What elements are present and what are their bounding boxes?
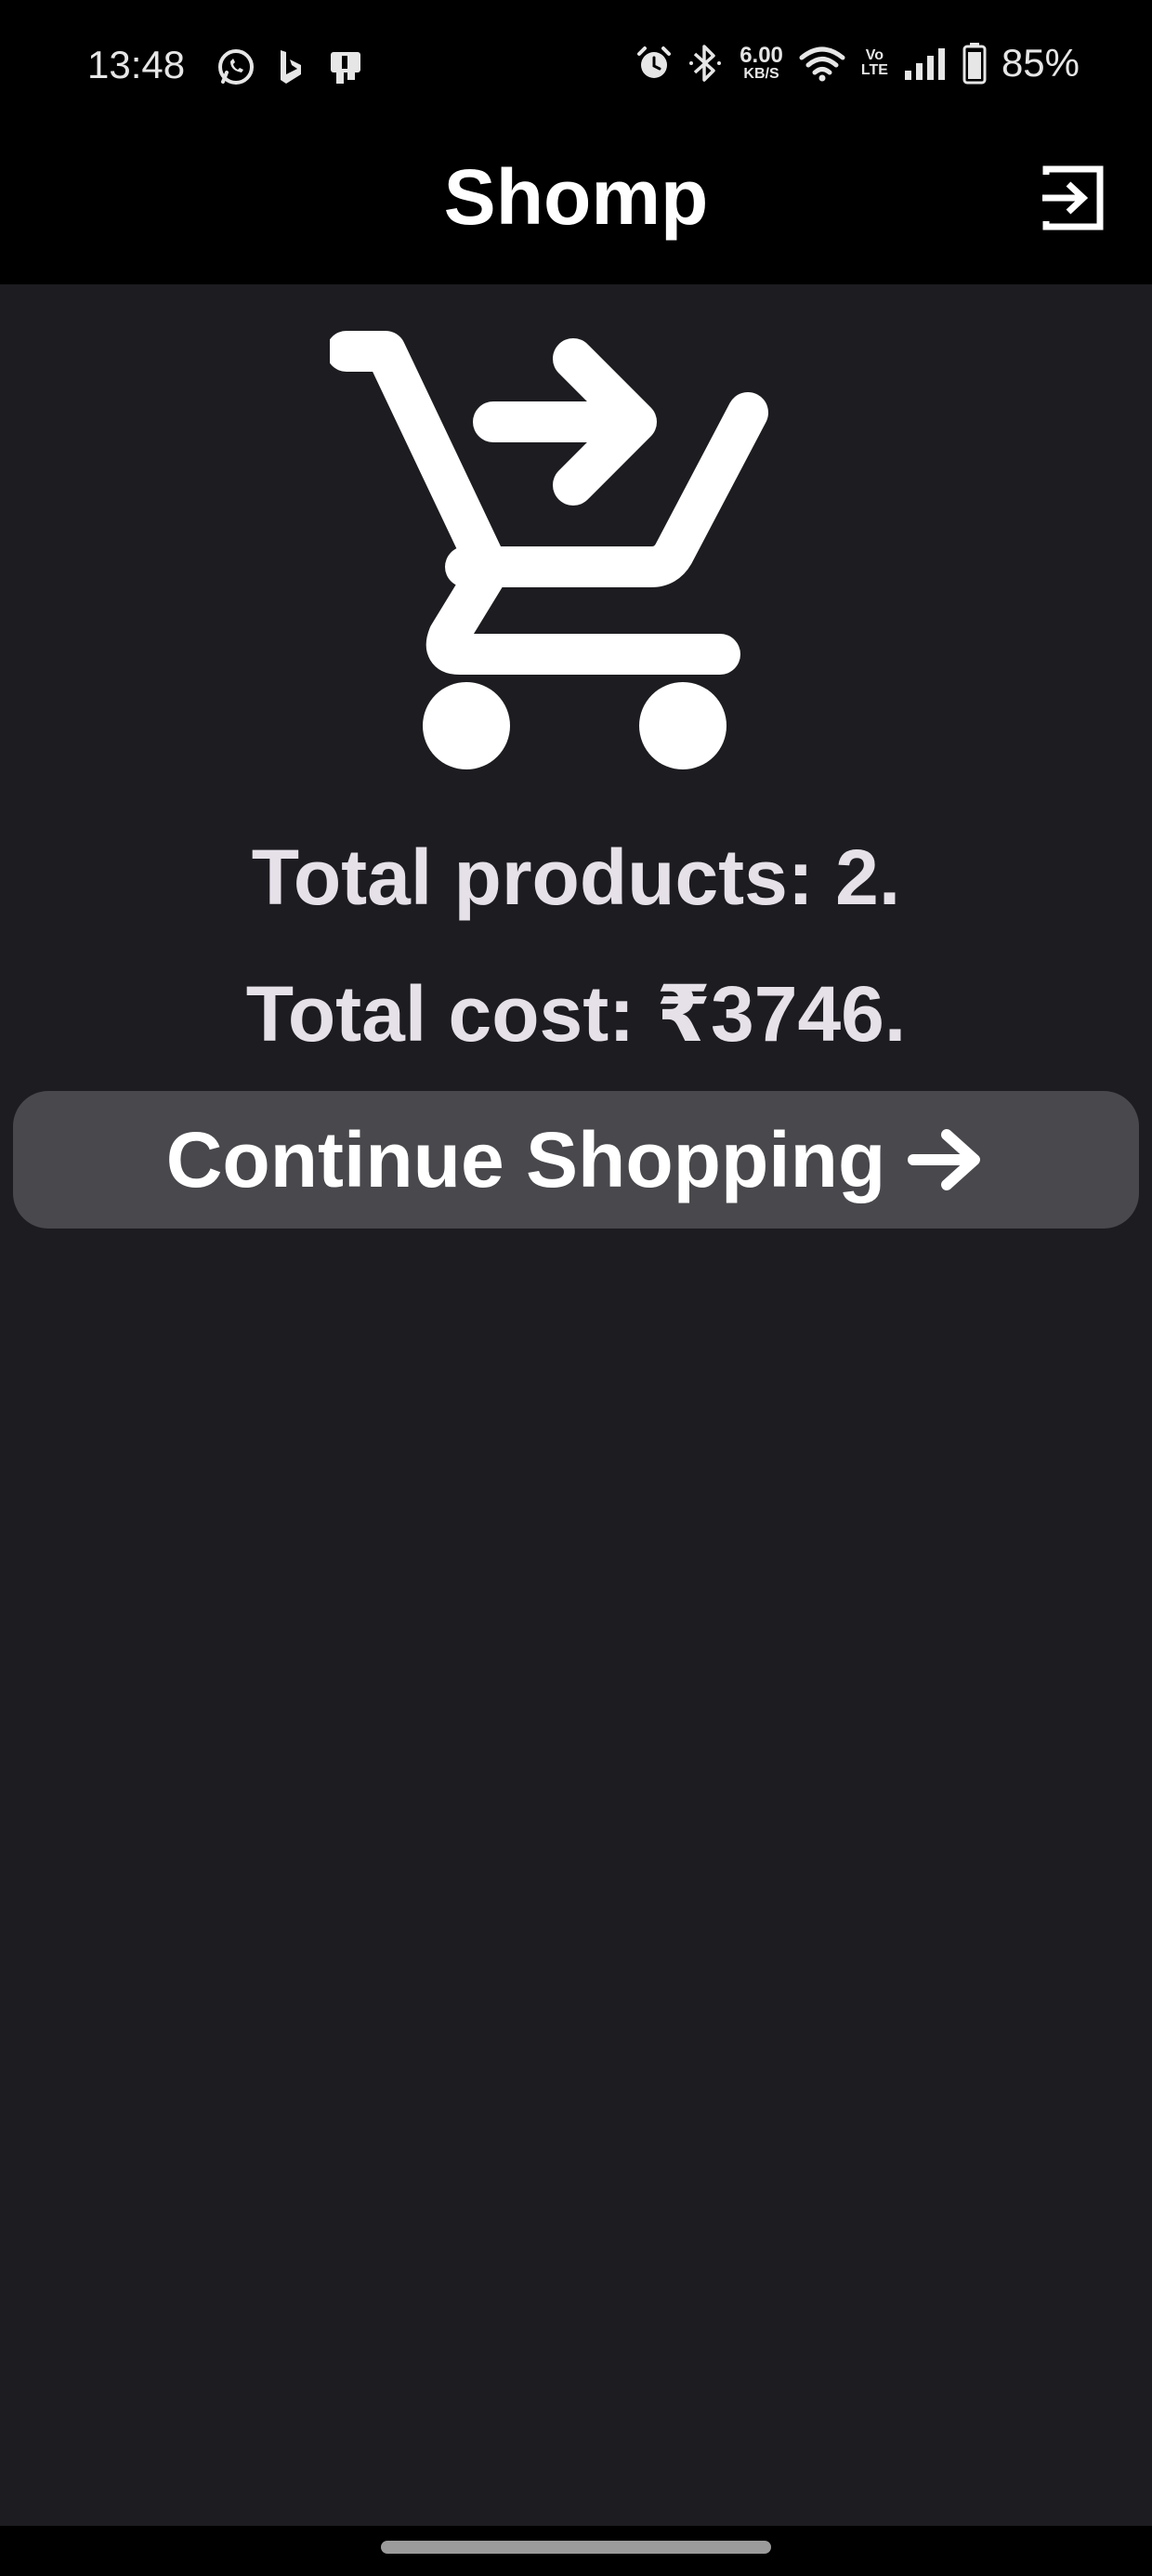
volte-top-text: Vo — [865, 47, 884, 63]
app-bar: Shomp — [0, 138, 1152, 284]
whatsapp-icon — [218, 49, 254, 85]
volte-icon: Vo LTE — [861, 48, 888, 78]
status-time: 13:48 — [87, 43, 186, 86]
total-cost-text: Total cost: ₹3746. — [245, 970, 907, 1058]
continue-shopping-label: Continue Shopping — [165, 1115, 886, 1203]
shopping-cart-checkout-icon — [330, 331, 768, 769]
status-notification-icons — [216, 46, 366, 87]
total-products-text: Total products: 2. — [251, 834, 901, 921]
notification-app-icon — [331, 52, 360, 84]
wifi-icon — [799, 46, 845, 82]
volte-bottom-text: LTE — [860, 62, 888, 78]
signal-icon — [904, 48, 945, 80]
status-system-icons: 6.00 KB/S Vo LTE 85% — [635, 41, 1080, 85]
home-indicator[interactable] — [381, 2541, 771, 2554]
checkout-summary: Total products: 2. Total cost: ₹3746. Co… — [0, 284, 1152, 2526]
network-speed-unit: KB/S — [743, 66, 779, 82]
logout-button[interactable] — [1039, 164, 1107, 232]
alarm-icon — [637, 46, 672, 78]
bing-icon — [281, 50, 301, 84]
bluetooth-icon — [689, 45, 722, 82]
logout-icon — [1042, 165, 1104, 230]
navigation-bar — [0, 2526, 1152, 2576]
battery-icon — [962, 43, 987, 85]
continue-shopping-button[interactable]: Continue Shopping — [13, 1091, 1139, 1229]
status-bar: 13:48 6.00 KB/S Vo LTE 85% — [0, 0, 1152, 138]
network-speed-value: 6.00 — [740, 43, 783, 68]
battery-percentage: 85% — [1001, 41, 1080, 85]
arrow-right-icon — [908, 1129, 981, 1190]
app-title: Shomp — [443, 153, 709, 241]
network-speed: 6.00 KB/S — [740, 45, 783, 82]
